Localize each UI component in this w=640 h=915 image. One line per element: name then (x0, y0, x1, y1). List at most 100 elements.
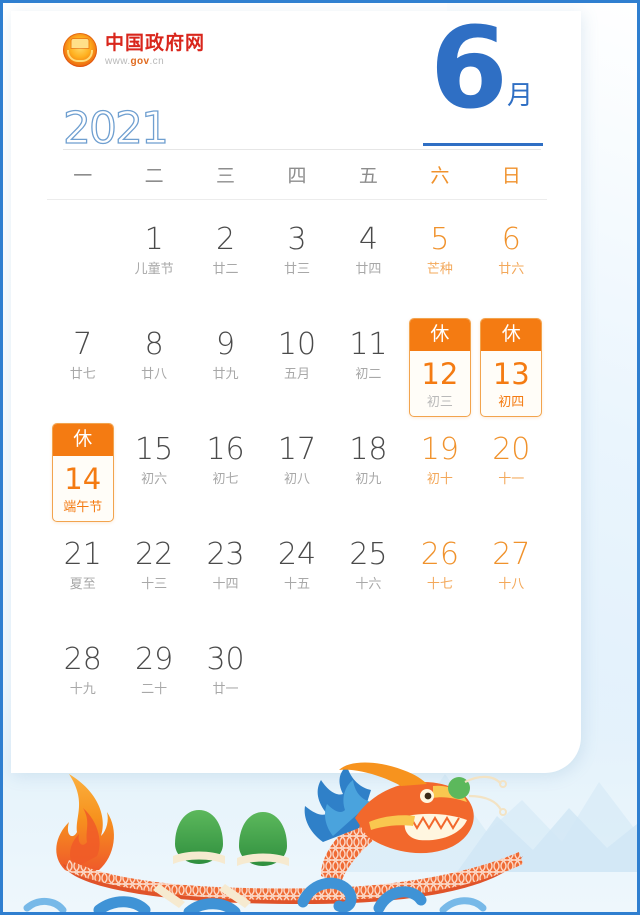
lunar-label: 廿一 (212, 682, 239, 697)
lunar-label: 十六 (355, 577, 382, 592)
day-cell-empty (404, 631, 475, 736)
day-cell-20[interactable]: 20 十一 (476, 421, 547, 526)
dragon-head-icon (304, 762, 507, 884)
lunar-label: 初九 (355, 472, 382, 487)
flame-tail-icon (56, 774, 114, 870)
day-number: 11 (349, 327, 388, 362)
day-number: 9 (216, 327, 236, 362)
brand-logo[interactable]: 中国政府网 www.gov.cn (63, 33, 205, 67)
day-cell-23[interactable]: 23 十四 (190, 526, 261, 631)
lunar-label: 廿七 (69, 367, 96, 382)
day-cell-empty (333, 631, 404, 736)
day-cell-8[interactable]: 8 廿八 (118, 316, 189, 421)
day-cell-11[interactable]: 11 初二 (333, 316, 404, 421)
day-number: 2 (216, 222, 236, 257)
year-label: 2021 (62, 103, 169, 154)
day-number: 19 (420, 432, 459, 467)
day-cell-rest-13[interactable]: 休 13 初四 (476, 316, 547, 421)
weekday-header-3: 三 (216, 165, 236, 187)
day-cell-1[interactable]: 1 儿童节 (118, 211, 189, 316)
lunar-label: 初七 (212, 472, 239, 487)
day-cell-6[interactable]: 6 廿六 (476, 211, 547, 316)
brand-name: 中国政府网 (105, 31, 206, 54)
day-cell-rest-12[interactable]: 休 12 初三 (404, 316, 475, 421)
day-number: 4 (358, 222, 378, 257)
lunar-label: 廿六 (498, 262, 525, 277)
day-number: 21 (63, 537, 102, 572)
day-number: 7 (73, 327, 93, 362)
day-number: 12 (421, 357, 459, 391)
header-divider (63, 149, 541, 150)
day-cell-19[interactable]: 19 初十 (404, 421, 475, 526)
lunar-label: 廿八 (141, 367, 168, 382)
day-number: 16 (206, 432, 245, 467)
day-cell-24[interactable]: 24 十五 (261, 526, 332, 631)
day-number: 29 (135, 642, 174, 677)
day-cell-3[interactable]: 3 廿三 (261, 211, 332, 316)
lunar-label: 十一 (498, 472, 525, 487)
lunar-label: 芒种 (426, 262, 453, 277)
zongzi-figures-icon (153, 810, 289, 908)
day-number: 13 (492, 357, 530, 391)
lunar-label: 十九 (69, 682, 96, 697)
day-cell-22[interactable]: 22 十三 (118, 526, 189, 631)
day-grid: 1 儿童节 2 廿二 3 廿三 4 廿四 5 芒种 6 廿六 7 廿七 8 廿八 9 廿九 10 五月 11 初二休 12 初… (47, 211, 547, 736)
rest-badge-label: 休 (409, 319, 470, 351)
lunar-label: 端午节 (63, 500, 103, 515)
day-number: 18 (349, 432, 388, 467)
day-cell-empty (476, 631, 547, 736)
day-cell-25[interactable]: 25 十六 (333, 526, 404, 631)
lunar-label: 十五 (283, 577, 310, 592)
lunar-label: 初二 (355, 367, 382, 382)
brand-url: www.gov.cn (105, 55, 165, 67)
day-cell-7[interactable]: 7 廿七 (47, 316, 118, 421)
day-cell-10[interactable]: 10 五月 (261, 316, 332, 421)
month-number: 6 (430, 4, 508, 134)
lunar-label: 十三 (141, 577, 168, 592)
day-cell-28[interactable]: 28 十九 (47, 631, 118, 736)
rest-badge-label: 休 (52, 424, 113, 456)
day-number: 6 (501, 222, 521, 257)
day-cell-27[interactable]: 27 十八 (476, 526, 547, 631)
day-cell-21[interactable]: 21 夏至 (47, 526, 118, 631)
lunar-label: 廿二 (212, 262, 239, 277)
lunar-label: 初八 (283, 472, 310, 487)
rest-badge-label: 休 (481, 319, 542, 351)
rest-badge: 休 12 初三 (408, 318, 471, 417)
day-number: 25 (349, 537, 388, 572)
day-cell-9[interactable]: 9 廿九 (190, 316, 261, 421)
lunar-label: 十四 (212, 577, 239, 592)
brand-text: 中国政府网 www.gov.cn (105, 31, 206, 67)
day-cell-26[interactable]: 26 十七 (404, 526, 475, 631)
day-number: 14 (64, 462, 102, 496)
day-cell-16[interactable]: 16 初七 (190, 421, 261, 526)
day-cell-17[interactable]: 17 初八 (261, 421, 332, 526)
day-cell-4[interactable]: 4 廿四 (333, 211, 404, 316)
weekday-header-7: 日 (501, 165, 521, 187)
weekday-header-5: 五 (358, 165, 378, 187)
day-cell-30[interactable]: 30 廿一 (190, 631, 261, 736)
day-cell-18[interactable]: 18 初九 (333, 421, 404, 526)
lunar-label: 夏至 (69, 577, 96, 592)
day-cell-2[interactable]: 2 廿二 (190, 211, 261, 316)
day-number: 5 (430, 222, 450, 257)
day-number: 1 (144, 222, 164, 257)
day-cell-5[interactable]: 5 芒种 (404, 211, 475, 316)
lunar-label: 廿九 (212, 367, 239, 382)
day-number: 24 (277, 537, 317, 572)
calendar-card: 中国政府网 www.gov.cn 6 月 2021 一二三四五六日 1 儿童节 2 廿… (11, 11, 581, 773)
lunar-label: 廿三 (283, 262, 310, 277)
day-number: 20 (492, 432, 531, 467)
day-number: 10 (277, 327, 317, 362)
day-cell-29[interactable]: 29 二十 (118, 631, 189, 736)
lunar-label: 二十 (141, 682, 168, 697)
blue-waves-secondary-icon (23, 897, 487, 912)
day-cell-empty (261, 631, 332, 736)
blue-waves-icon (93, 877, 427, 912)
lunar-label: 初三 (426, 395, 453, 410)
weekday-divider (47, 199, 547, 200)
day-number: 30 (206, 642, 245, 677)
day-cell-15[interactable]: 15 初六 (118, 421, 189, 526)
day-cell-rest-14[interactable]: 休 14 端午节 (47, 421, 118, 526)
day-number: 3 (287, 222, 307, 257)
